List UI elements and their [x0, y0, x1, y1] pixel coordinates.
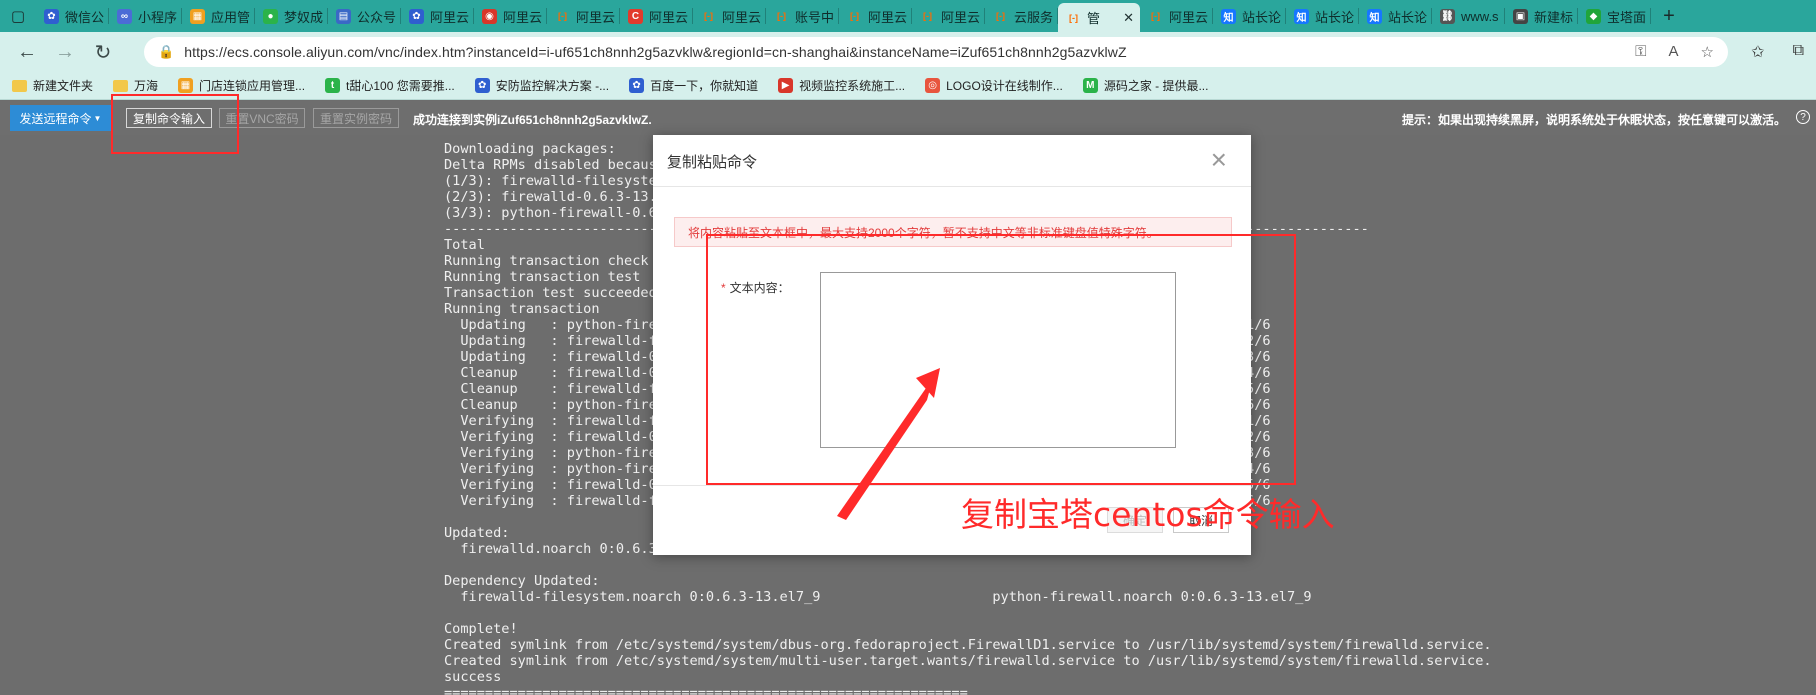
annotation-arrow — [837, 368, 940, 520]
screen: ▢ ✿ 微信公 ∞ 小程序 ▦ 应用管 ● 梦奴成 ▤ 公众号 ✿ 阿里云 ◉ 阿里云 [-] 阿里云 C 阿里云… — [0, 0, 1816, 695]
annotation-caption: 复制宝塔centos命令输入 — [961, 495, 1335, 534]
arrow-shaft — [837, 378, 933, 520]
